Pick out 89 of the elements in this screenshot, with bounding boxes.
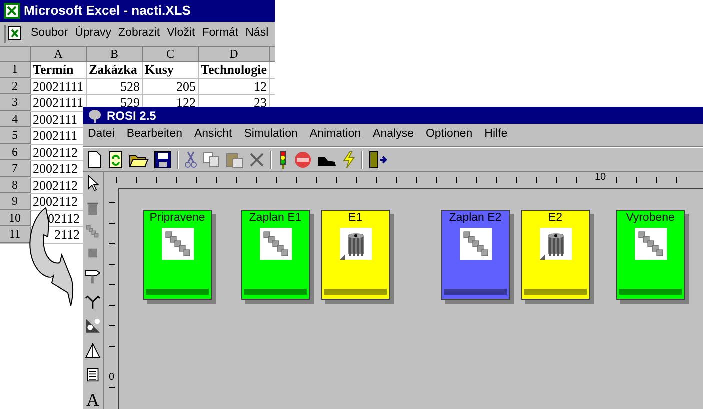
table-cell: Kusy [145,63,174,76]
save-icon[interactable] [154,150,172,168]
text-tool[interactable]: A [86,391,100,409]
bin-icon[interactable] [86,202,100,216]
block-label: E2 [548,213,563,224]
row-header[interactable]: 3 [12,96,18,108]
table-cell: 2002112 [33,178,78,192]
table-cell: 20021111 [33,96,84,110]
column-header[interactable]: C [166,48,174,60]
table-cell: 12 [254,80,267,93]
row-header[interactable]: 5 [12,129,18,142]
refresh-icon[interactable] [108,150,124,168]
table-cell: 2002112 [33,195,78,208]
row-header[interactable]: 7 [12,162,18,174]
paste-icon[interactable] [226,150,244,168]
table-cell: 529 [120,96,140,110]
block-label: Vyrobene [626,213,675,224]
menu-item[interactable]: Formát [202,25,239,43]
menu-item[interactable]: Analyse [373,126,414,144]
ruler-label: 0 [109,373,115,383]
menu-item[interactable]: Zobrazit [118,25,160,43]
spreadsheet-icon [4,3,20,19]
menu-item[interactable]: Optionen [426,126,473,144]
gear-icon [540,228,572,260]
table-cell: 20021111 [33,80,84,93]
window-title: Microsoft Excel - nacti.XLS [24,2,191,20]
block-label: Pripravene [150,213,206,224]
table-cell: 02112 [48,212,80,225]
block-label: E1 [348,213,363,224]
queue-icon [162,228,194,260]
column-header[interactable]: D [230,48,238,60]
signpost-icon[interactable] [84,267,102,285]
table-cell: 2002111 [33,112,78,126]
table-cell: 2002112 [33,146,78,159]
window-title: ROSI 2.5 [107,108,156,124]
table-cell: Technologie [201,63,267,76]
progress-bar [619,289,682,295]
exit-door-icon[interactable] [368,150,388,170]
progress-bar [244,289,307,295]
gear-icon [340,228,372,260]
row-header[interactable]: 9 [12,195,18,208]
column-header[interactable]: B [110,48,118,60]
row-header[interactable]: 2 [12,80,18,92]
table-cell: 528 [120,80,140,93]
table-cell: 2002111 [33,129,78,142]
copy-icon[interactable] [203,150,221,168]
delete-icon[interactable] [249,150,265,168]
progress-bar [524,289,587,295]
table-cell: 205 [176,80,196,93]
menu-item[interactable]: Bearbeiten [126,126,182,144]
menu-item[interactable]: Vložit [167,25,196,43]
menu-item[interactable]: Ansicht [194,126,232,144]
spreadsheet-icon [4,25,24,43]
ruler-label: 10 [595,173,606,183]
row-header[interactable]: 8 [12,178,18,191]
row-header[interactable]: 6 [12,146,18,158]
table-cell: 23 [254,96,267,110]
progress-bar [146,289,209,295]
new-file-icon[interactable] [87,150,103,168]
menu-item[interactable]: Úpravy [75,25,112,43]
split-arrow-icon[interactable] [84,294,102,310]
queue-icon [260,228,292,260]
menu-item[interactable]: Simulation [244,126,298,144]
queue-icon [634,228,666,260]
lightning-icon[interactable] [342,150,356,168]
progress-bar [324,289,387,295]
cut-icon[interactable] [184,150,198,168]
column-header[interactable]: A [54,48,63,60]
traffic-light-icon[interactable] [277,150,289,170]
document-icon[interactable] [86,368,100,382]
table-cell: Zakázka [89,63,138,76]
stop-sign-icon[interactable] [294,150,312,168]
queue-icon [460,228,492,260]
block-label: Zaplan E2 [449,213,502,224]
table-cell: 2112 [54,228,80,242]
triangle-icon[interactable] [84,343,102,359]
table-cell: Termín [33,63,74,76]
menu-item[interactable]: Soubor [31,25,68,43]
pointer-icon[interactable] [86,175,100,193]
menu-item[interactable]: Hilfe [484,126,508,144]
row-header[interactable]: 1 [12,63,18,76]
table-cell: 2002112 [33,162,78,176]
menu-item[interactable]: Násl [246,25,269,43]
menu-item[interactable]: Animation [310,126,362,144]
row-header[interactable]: 4 [12,112,18,125]
menu-item[interactable]: Datei [88,126,115,144]
progress-bar [444,289,507,295]
block-label: Zaplan E1 [249,213,302,224]
table-cell: 122 [176,96,196,110]
